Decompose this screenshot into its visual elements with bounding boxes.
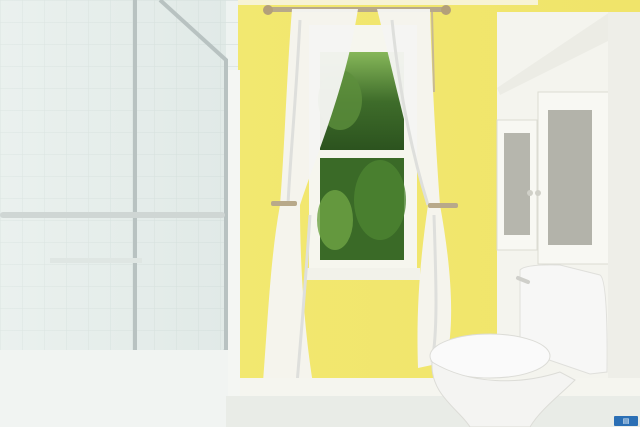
tub-base: [0, 350, 235, 427]
foliage: [317, 190, 353, 250]
towel-bar[interactable]: [0, 212, 225, 218]
cabinet-side: [608, 12, 640, 417]
window-sill: [306, 268, 420, 280]
rod-finial-right: [441, 5, 451, 15]
cabinet-glass-left: [504, 133, 530, 235]
cabinet-glass-right: [548, 110, 592, 245]
tieback-right: [428, 203, 458, 208]
shower-shelf: [50, 258, 142, 263]
foliage: [354, 160, 406, 240]
rod-finial-left: [263, 5, 273, 15]
cabinet-knob-right[interactable]: [535, 190, 541, 196]
window-sash-rail: [316, 150, 408, 158]
floor: [226, 396, 640, 427]
bathroom-photo: [0, 0, 640, 427]
tub-edge: [228, 70, 240, 427]
cabinet-knob-left[interactable]: [527, 190, 533, 196]
watermark-badge: ▤: [614, 416, 638, 426]
tieback-left: [271, 201, 297, 206]
ceiling-trim: [238, 0, 538, 5]
